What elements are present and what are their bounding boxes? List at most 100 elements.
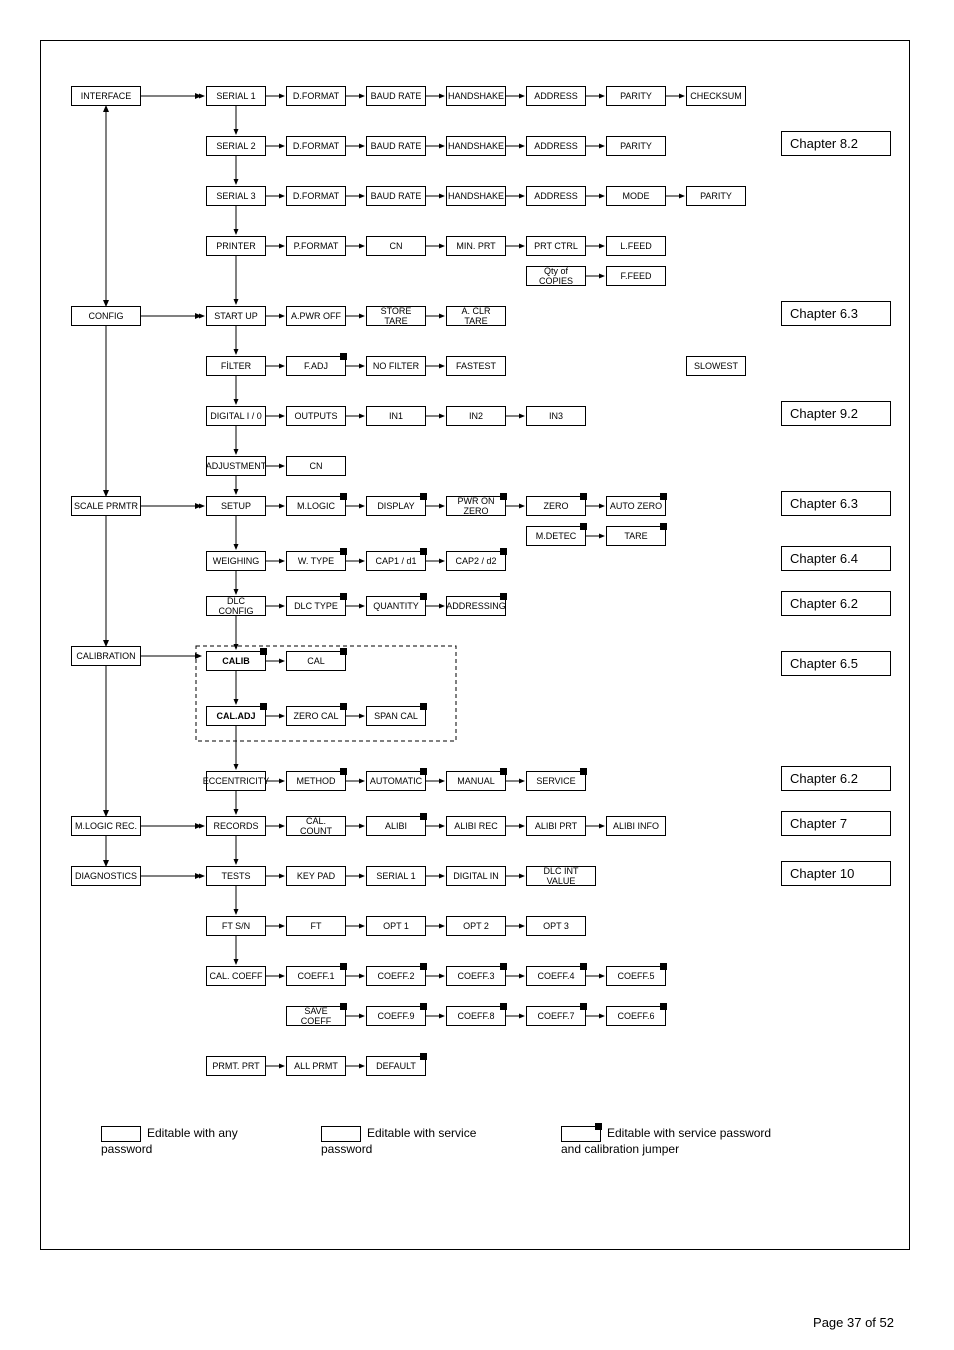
node-prmtprt: PRMT. PRT <box>206 1056 266 1076</box>
node-digitalin: DIGITAL IN <box>446 866 506 886</box>
chapter-6-3b: Chapter 6.3 <box>781 491 891 516</box>
node: HANDSHAKE <box>446 186 506 206</box>
node-calcount: CAL. COUNT <box>286 816 346 836</box>
node-serial2: SERIAL 2 <box>206 136 266 156</box>
node-mlogicrec: M.LOGIC REC. <box>71 816 141 836</box>
node-setup: SETUP <box>206 496 266 516</box>
node-coeff9: COEFF.9 <box>366 1006 426 1026</box>
node-printer: PRINTER <box>206 236 266 256</box>
node-coeff1: COEFF.1 <box>286 966 346 986</box>
node-alibirec: ALIBI REC <box>446 816 506 836</box>
node-default: DEFAULT <box>366 1056 426 1076</box>
node-in1: IN1 <box>366 406 426 426</box>
node-cap2: CAP2 / d2 <box>446 551 506 571</box>
node-wtype: W. TYPE <box>286 551 346 571</box>
node-coeff3: COEFF.3 <box>446 966 506 986</box>
chapter-6-4: Chapter 6.4 <box>781 546 891 571</box>
node-records: RECORDS <box>206 816 266 836</box>
node-allprmt: ALL PRMT <box>286 1056 346 1076</box>
node-alibiprt: ALIBI PRT <box>526 816 586 836</box>
node: ADDRESS <box>526 136 586 156</box>
node-zero: ZERO <box>526 496 586 516</box>
node-nofilter: NO FILTER <box>366 356 426 376</box>
node-spancal: SPAN CAL <box>366 706 426 726</box>
node-tare: TARE <box>606 526 666 546</box>
node-serial1: SERIAL 1 <box>206 86 266 106</box>
node-method: METHOD <box>286 771 346 791</box>
node-apwroff: A.PWR OFF <box>286 306 346 326</box>
node-address: ADDRESS <box>526 86 586 106</box>
row-arrows <box>41 41 911 1251</box>
page-footer: Page 37 of 52 <box>813 1315 894 1330</box>
node-savecoeff: SAVE COEFF <box>286 1006 346 1026</box>
node-minprt: MIN. PRT <box>446 236 506 256</box>
node-dlctype: DLC TYPE <box>286 596 346 616</box>
node: CN <box>286 456 346 476</box>
node-keypad: KEY PAD <box>286 866 346 886</box>
node-calcoeff: CAL. COEFF <box>206 966 266 986</box>
node-coeff6: COEFF.6 <box>606 1006 666 1026</box>
node-dlcintvalue: DLC INT VALUE <box>526 866 596 886</box>
node-alibiinfo: ALIBI INFO <box>606 816 666 836</box>
node-tests: TESTS <box>206 866 266 886</box>
node-adjustment: ADJUSTMENT <box>206 456 266 476</box>
node-checksum: CHECKSUM <box>686 86 746 106</box>
legend-3: Editable with service password and calib… <box>561 1126 791 1156</box>
node-slowest: SLOWEST <box>686 356 746 376</box>
node-eccentricity: ECCENTRICITY <box>206 771 266 791</box>
node-pwronzero: PWR ON ZERO <box>446 496 506 516</box>
node: D.FORMAT <box>286 136 346 156</box>
node-cal: CAL <box>286 651 346 671</box>
node-ftsn: FT S/N <box>206 916 266 936</box>
node: BAUD RATE <box>366 136 426 156</box>
chapter-6-2b: Chapter 6.2 <box>781 766 891 791</box>
node-parity: PARITY <box>606 86 666 106</box>
node-display: DISPLAY <box>366 496 426 516</box>
chapter-10: Chapter 10 <box>781 861 891 886</box>
node-service: SERVICE <box>526 771 586 791</box>
node-alibi: ALIBI <box>366 816 426 836</box>
node-scaleprmtr: SCALE PRMTR <box>71 496 141 516</box>
node-manual: MANUAL <box>446 771 506 791</box>
node-fadj: F.ADJ <box>286 356 346 376</box>
node-coeff4: COEFF.4 <box>526 966 586 986</box>
node: PARITY <box>686 186 746 206</box>
node-cap1: CAP1 / d1 <box>366 551 426 571</box>
node-prtctrl: PRT CTRL <box>526 236 586 256</box>
node-baudrate: BAUD RATE <box>366 86 426 106</box>
node-lfeed: L.FEED <box>606 236 666 256</box>
node-storetare: STORE TARE <box>366 306 426 326</box>
node-coeff2: COEFF.2 <box>366 966 426 986</box>
node-autozero: AUTO ZERO <box>606 496 666 516</box>
node-addressing: ADDRESSING <box>446 596 506 616</box>
node-cn: CN <box>366 236 426 256</box>
node: D.FORMAT <box>286 186 346 206</box>
node-dformat: D.FORMAT <box>286 86 346 106</box>
node-outputs: OUTPUTS <box>286 406 346 426</box>
legend-1: Editable with any password <box>101 1126 281 1156</box>
node-calib: CALIB <box>206 651 266 671</box>
chapter-8-2: Chapter 8.2 <box>781 131 891 156</box>
node-coeff8: COEFF.8 <box>446 1006 506 1026</box>
node-diagnostics: DIAGNOSTICS <box>71 866 141 886</box>
node: PARITY <box>606 136 666 156</box>
node-serial3: SERIAL 3 <box>206 186 266 206</box>
chapter-9-2: Chapter 9.2 <box>781 401 891 426</box>
node-dlcconfig: DLC CONFIG <box>206 596 266 616</box>
chapter-6-2: Chapter 6.2 <box>781 591 891 616</box>
node-zerocal: ZERO CAL <box>286 706 346 726</box>
node-config: CONFIG <box>71 306 141 326</box>
node-fastest: FASTEST <box>446 356 506 376</box>
node-opt1: OPT 1 <box>366 916 426 936</box>
node-aclrtare: A. CLR TARE <box>446 306 506 326</box>
node-ffeed: F.FEED <box>606 266 666 286</box>
node: BAUD RATE <box>366 186 426 206</box>
node-caladj: CAL.ADJ <box>206 706 266 726</box>
node: ADDRESS <box>526 186 586 206</box>
node-digitalio: DIGITAL I / 0 <box>206 406 266 426</box>
node-filter: FİLTER <box>206 356 266 376</box>
node-ft: FT <box>286 916 346 936</box>
node: HANDSHAKE <box>446 136 506 156</box>
chapter-7: Chapter 7 <box>781 811 891 836</box>
node-qtycopies: Qty of COPIES <box>526 266 586 286</box>
